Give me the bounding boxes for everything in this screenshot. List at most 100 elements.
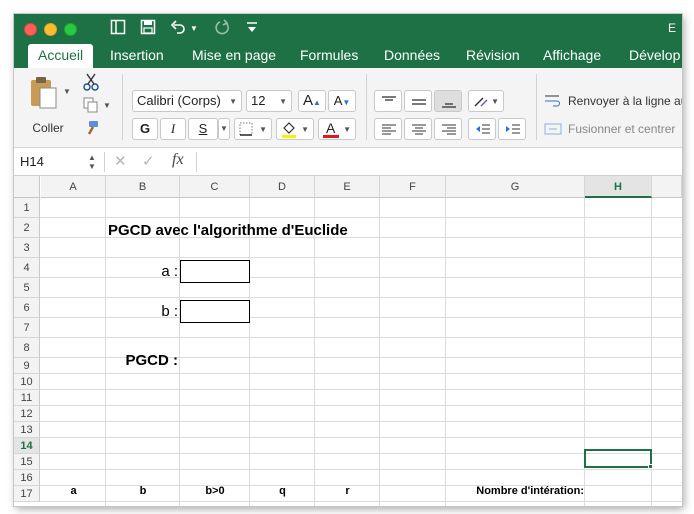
paste-label[interactable]: Coller [28, 120, 68, 136]
zoom-window-button[interactable] [64, 23, 77, 36]
bold-button[interactable]: G [132, 118, 158, 140]
underline-dropdown-icon[interactable]: ▼ [218, 118, 230, 140]
row-gridline [40, 257, 682, 258]
merge-center-button[interactable]: Fusionner et centrer [568, 120, 682, 138]
select-all-corner[interactable] [14, 176, 40, 198]
formula-separator [196, 152, 197, 172]
row-gridline [40, 421, 682, 422]
row-header-1[interactable]: 1 [14, 198, 40, 218]
align-top-icon[interactable] [374, 90, 402, 112]
column-header-d[interactable]: D [250, 176, 315, 198]
sidebar-toggle-icon[interactable] [110, 19, 126, 35]
tab-accueil[interactable]: Accueil [28, 44, 94, 68]
column-header-e[interactable]: E [315, 176, 380, 198]
tab-donnees[interactable]: Données [384, 44, 440, 68]
row-header-13[interactable]: 13 [14, 422, 40, 438]
underline-button[interactable]: S [188, 118, 218, 140]
chevron-down-icon: ▼ [279, 97, 287, 106]
column-header-a[interactable]: A [41, 176, 106, 198]
column-gridline [314, 198, 315, 506]
align-left-icon[interactable] [374, 118, 402, 140]
align-center-icon[interactable] [404, 118, 432, 140]
align-right-icon[interactable] [434, 118, 462, 140]
column-header-b[interactable]: B [106, 176, 180, 198]
font-color-button[interactable]: A ▼ [318, 118, 356, 140]
redo-icon[interactable] [214, 19, 230, 35]
row-header-7[interactable]: 7 [14, 318, 40, 338]
row-header-4[interactable]: 4 [14, 258, 40, 278]
tab-insertion[interactable]: Insertion [110, 44, 164, 68]
cut-icon[interactable] [80, 72, 102, 92]
italic-button[interactable]: I [160, 118, 186, 140]
merge-center-icon[interactable] [544, 120, 566, 138]
fill-color-button[interactable]: ▼ [276, 118, 314, 140]
customize-toolbar-icon[interactable] [246, 19, 258, 35]
decrease-font-size-icon[interactable]: A▼ [328, 90, 356, 112]
close-window-button[interactable] [24, 23, 37, 36]
align-bottom-icon[interactable] [434, 90, 462, 112]
copy-dropdown-icon[interactable]: ▼ [102, 100, 112, 110]
tab-formules[interactable]: Formules [300, 44, 358, 68]
column-header-g[interactable]: G [446, 176, 585, 198]
row-header-3[interactable]: 3 [14, 238, 40, 258]
minimize-window-button[interactable] [44, 23, 57, 36]
label-b: b : [161, 303, 178, 320]
tab-affichage[interactable]: Affichage [543, 44, 601, 68]
copy-icon[interactable] [80, 95, 102, 115]
save-icon[interactable] [140, 19, 156, 35]
font-size-select[interactable]: 12 ▼ [246, 90, 292, 112]
increase-indent-icon[interactable] [498, 118, 526, 140]
decrease-indent-icon[interactable] [468, 118, 496, 140]
wrap-text-button[interactable]: Renvoyer à la ligne aut [568, 92, 682, 110]
paste-dropdown-icon[interactable]: ▼ [62, 86, 72, 96]
row-header-9[interactable]: 9 [14, 358, 40, 374]
paste-icon[interactable] [26, 74, 60, 112]
formula-bar: H14 ▲ ▼ ✕ ✓ fx [14, 148, 682, 176]
row-gridline [40, 337, 682, 338]
row-gridline [40, 373, 682, 374]
row-header-2[interactable]: 2 [14, 218, 40, 238]
orientation-icon [474, 97, 488, 107]
undo-dropdown-icon[interactable]: ▼ [190, 19, 198, 39]
column-header-f[interactable]: F [380, 176, 446, 198]
row-header-8[interactable]: 8 [14, 338, 40, 358]
align-middle-icon[interactable] [404, 90, 432, 112]
column-header-h[interactable]: H [585, 176, 652, 198]
row-header-17[interactable]: 17 [14, 486, 40, 502]
row-header-16[interactable]: 16 [14, 470, 40, 486]
row-header-14[interactable]: 14 [14, 438, 40, 454]
column-gridline [249, 198, 250, 506]
undo-icon[interactable] [170, 19, 186, 35]
row-header-11[interactable]: 11 [14, 390, 40, 406]
row-header-15[interactable]: 15 [14, 454, 40, 470]
wrap-text-icon[interactable] [544, 92, 566, 110]
row-header-6[interactable]: 6 [14, 298, 40, 318]
font-name-select[interactable]: Calibri (Corps) ▼ [132, 90, 242, 112]
active-cell-h14[interactable] [584, 449, 652, 468]
chevron-down-icon: ▼ [343, 125, 351, 134]
name-box-stepper[interactable]: ▲ ▼ [88, 153, 96, 171]
format-painter-icon[interactable] [80, 118, 102, 138]
group-separator [536, 74, 537, 140]
row-gridline [40, 389, 682, 390]
increase-font-size-icon[interactable]: A▲ [298, 90, 326, 112]
formula-input[interactable] [204, 152, 674, 172]
chevron-down-icon: ▼ [229, 97, 237, 106]
tab-revision[interactable]: Révision [466, 44, 520, 68]
tab-developpeur[interactable]: Dévelop [629, 44, 680, 68]
confirm-icon[interactable]: ✓ [142, 152, 155, 170]
row-header-12[interactable]: 12 [14, 406, 40, 422]
name-box[interactable]: H14 [20, 152, 98, 172]
borders-button[interactable]: ▼ [234, 118, 272, 140]
column-header-overflow [652, 176, 682, 198]
input-cell-a[interactable] [180, 260, 250, 283]
input-cell-b[interactable] [180, 300, 250, 323]
tab-mise-en-page[interactable]: Mise en page [192, 44, 276, 68]
text-orientation-button[interactable]: ▼ [468, 90, 504, 112]
row-header-5[interactable]: 5 [14, 278, 40, 298]
row-header-10[interactable]: 10 [14, 374, 40, 390]
insert-function-icon[interactable]: fx [172, 151, 184, 169]
column-header-c[interactable]: C [180, 176, 250, 198]
fill-handle[interactable] [648, 464, 653, 469]
cancel-icon[interactable]: ✕ [114, 152, 127, 170]
